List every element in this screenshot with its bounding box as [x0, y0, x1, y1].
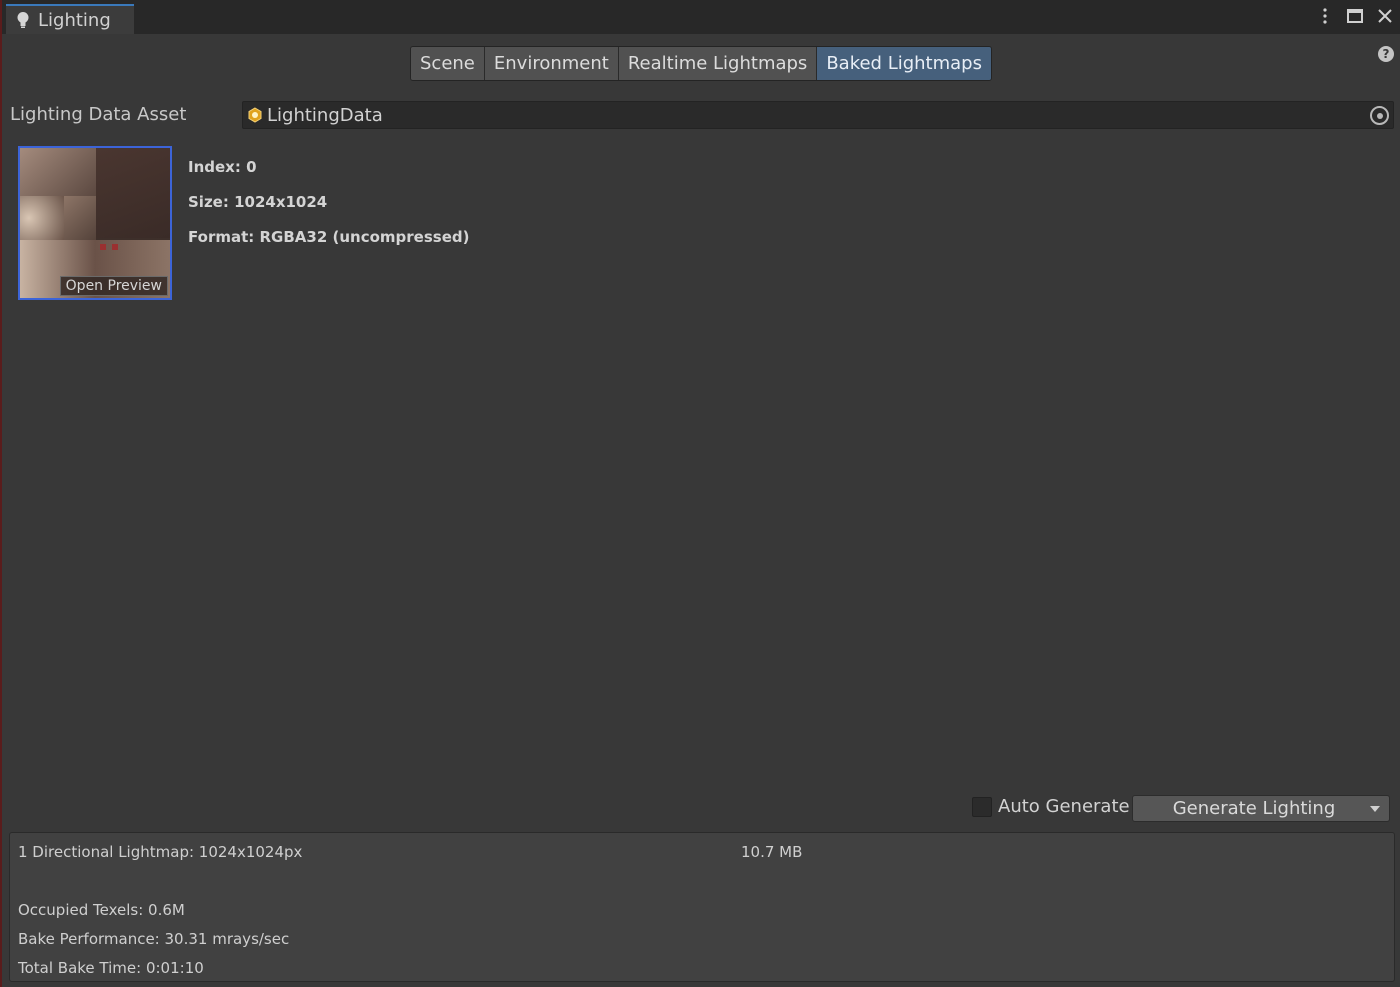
generate-lighting-button[interactable]: Generate Lighting — [1132, 795, 1390, 822]
window-title: Lighting — [38, 9, 111, 31]
object-picker-icon[interactable] — [1370, 106, 1389, 125]
window-controls — [1316, 6, 1394, 26]
maximize-icon[interactable] — [1346, 6, 1364, 26]
auto-generate-label: Auto Generate — [998, 796, 1130, 817]
lightmap-summary: 1 Directional Lightmap: 1024x1024px — [18, 843, 303, 861]
lighting-data-asset-value: LightingData — [267, 104, 383, 126]
bulb-icon — [17, 12, 29, 28]
tab-environment[interactable]: Environment — [484, 47, 619, 80]
tab-realtime-lightmaps[interactable]: Realtime Lightmaps — [618, 47, 818, 80]
bake-stats-panel: 1 Directional Lightmap: 1024x1024px 10.7… — [9, 832, 1395, 982]
auto-generate-checkbox[interactable] — [972, 796, 992, 817]
tab-scene[interactable]: Scene — [411, 47, 485, 80]
lighting-data-icon — [248, 107, 262, 123]
total-bake-time: Total Bake Time: 0:01:10 — [18, 959, 204, 977]
help-icon[interactable]: ? — [1378, 46, 1394, 62]
window-tab-lighting[interactable]: Lighting — [6, 4, 134, 34]
title-bar: Lighting — [2, 0, 1400, 34]
kebab-menu-icon[interactable] — [1316, 6, 1334, 26]
bake-performance: Bake Performance: 30.31 mrays/sec — [18, 930, 290, 948]
lighting-data-asset-label: Lighting Data Asset — [10, 104, 187, 125]
lightmap-index: Index: 0 — [188, 158, 257, 176]
occupied-texels: Occupied Texels: 0.6M — [18, 901, 185, 919]
tab-baked-lightmaps[interactable]: Baked Lightmaps — [817, 47, 991, 80]
chevron-down-icon[interactable] — [1361, 805, 1389, 812]
lighting-window: Lighting Scene Environment Realtime Ligh… — [0, 0, 1400, 987]
auto-generate-toggle[interactable]: Auto Generate — [972, 796, 1130, 817]
open-preview-button[interactable]: Open Preview — [59, 276, 168, 296]
lighting-tabs: Scene Environment Realtime Lightmaps Bak… — [410, 46, 992, 81]
close-icon[interactable] — [1376, 6, 1394, 26]
lightmap-thumbnail[interactable]: Open Preview — [18, 146, 172, 300]
lightmap-memory-size: 10.7 MB — [741, 843, 803, 861]
lighting-data-asset-field[interactable]: LightingData — [242, 101, 1394, 129]
lightmap-format: Format: RGBA32 (uncompressed) — [188, 228, 470, 246]
generate-lighting-label: Generate Lighting — [1172, 798, 1336, 819]
lightmap-size: Size: 1024x1024 — [188, 193, 328, 211]
